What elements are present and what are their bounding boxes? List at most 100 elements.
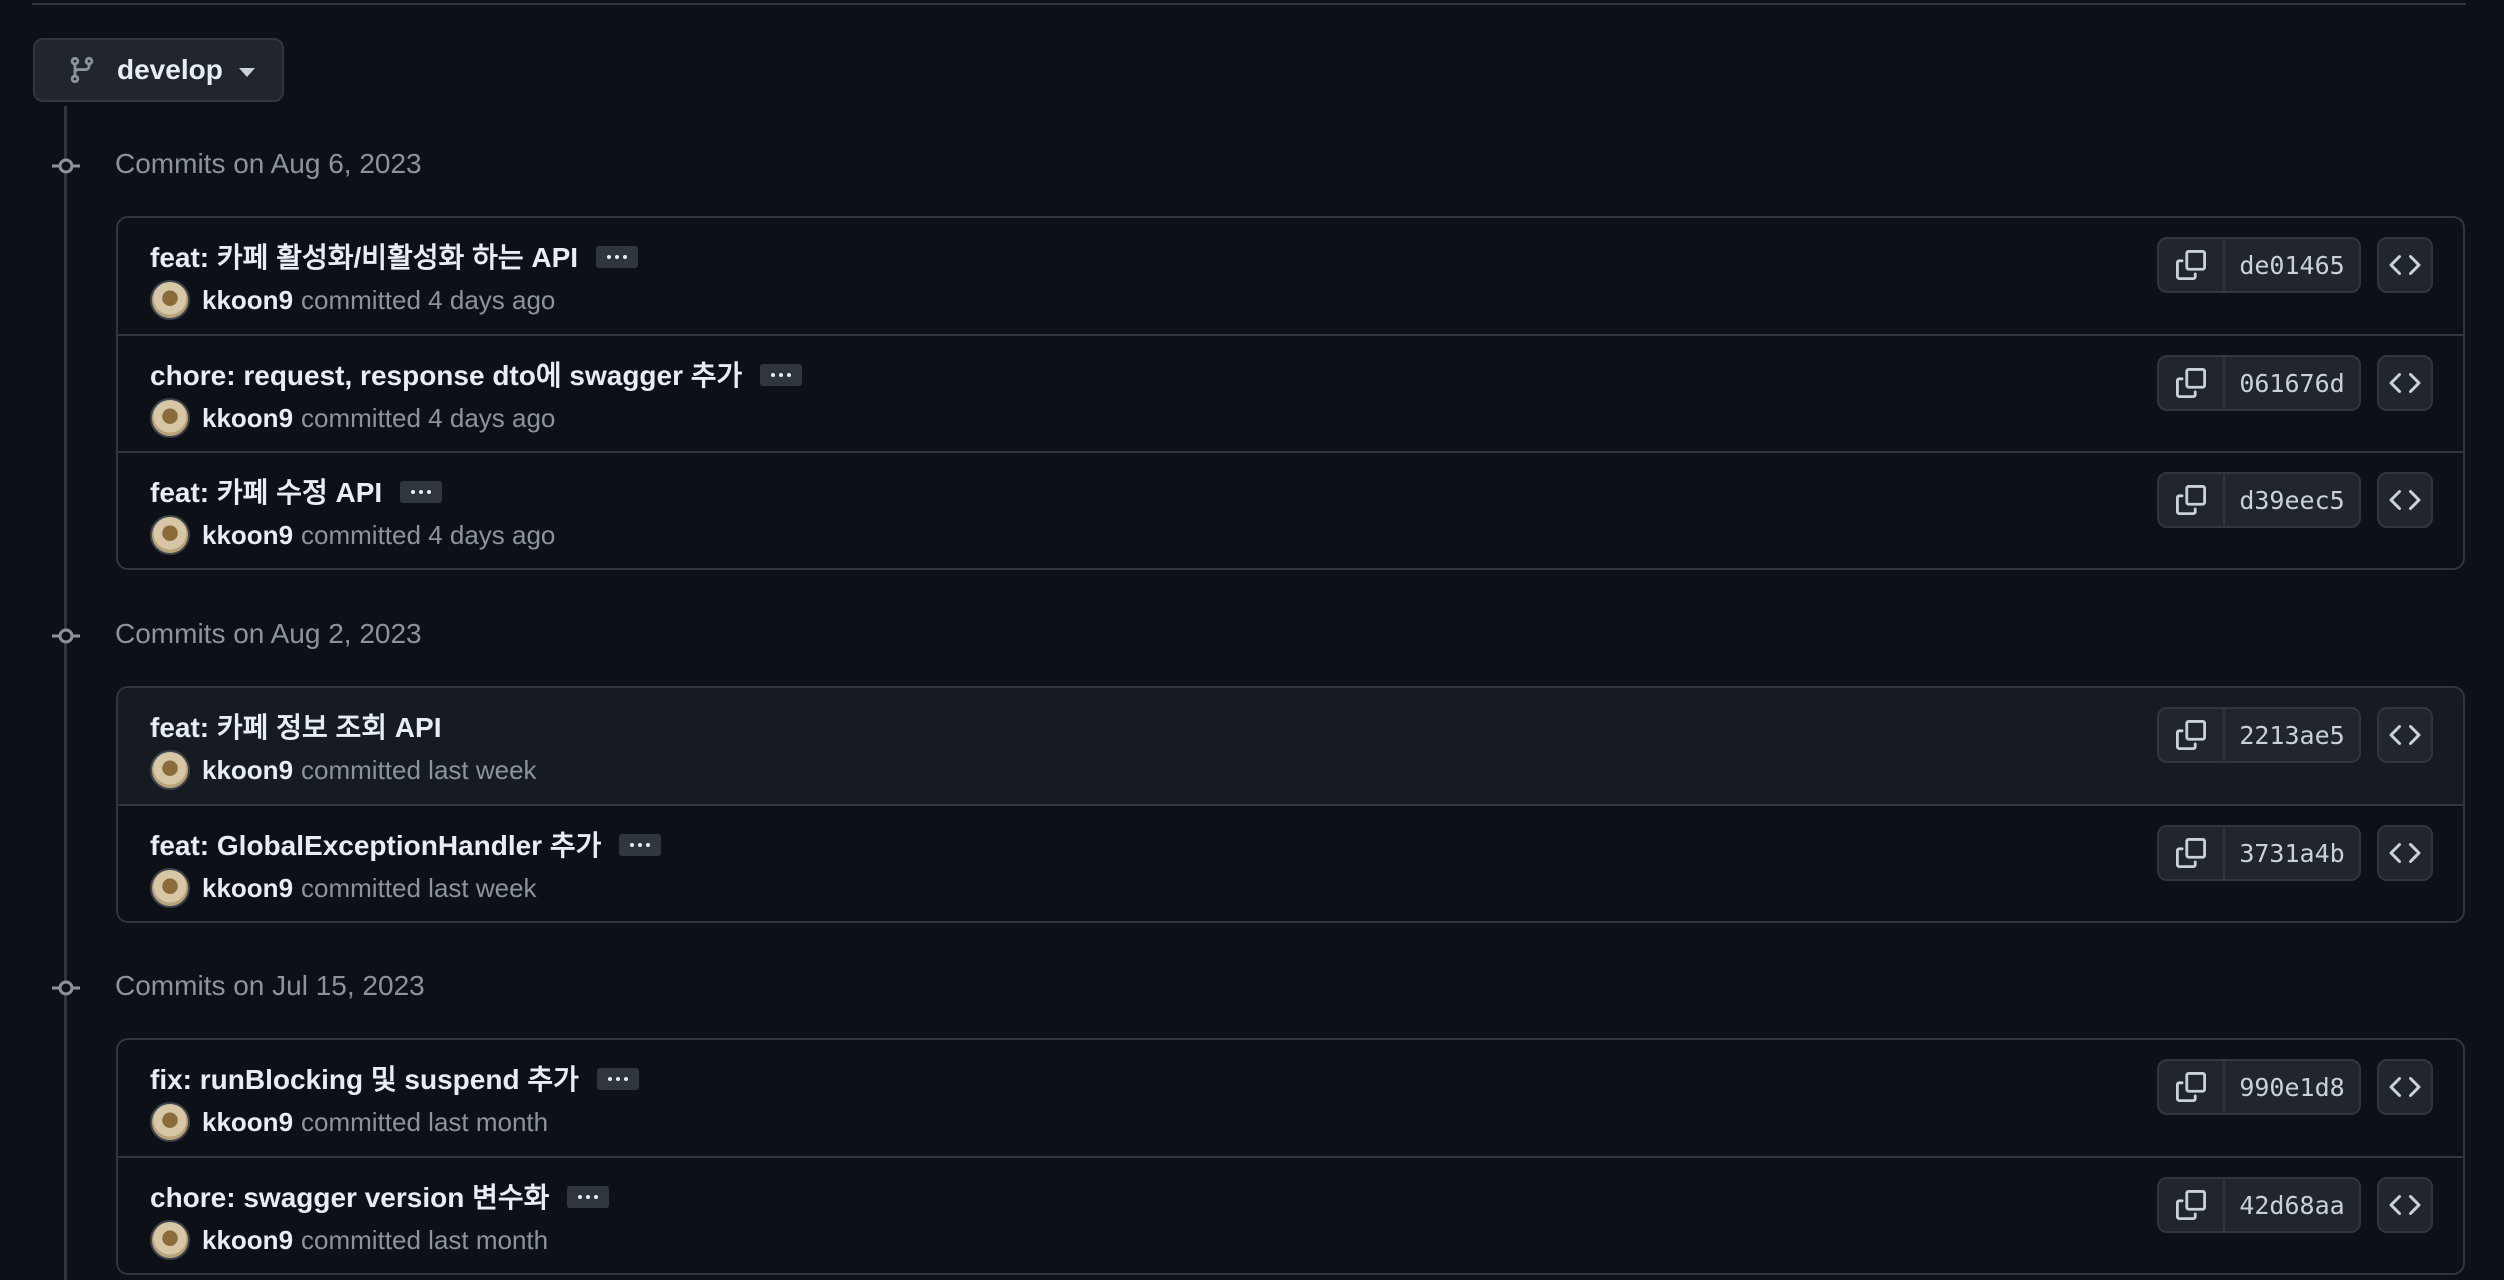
expand-description-button[interactable] xyxy=(596,1068,639,1090)
commit-sha-link[interactable]: 990e1d8 xyxy=(2225,1061,2359,1113)
commit-title: feat: 카페 정보 조회 API xyxy=(150,706,441,746)
commit-group-header: Commits on Aug 6, 2023 xyxy=(0,144,900,184)
author-link[interactable]: kkoon9 xyxy=(202,755,293,786)
commit-title: feat: GlobalExceptionHandler 추가 xyxy=(150,824,662,864)
copy-sha-button[interactable] xyxy=(2159,827,2225,879)
commit-message-link[interactable]: feat: 카페 정보 조회 API xyxy=(150,706,441,746)
copy-icon xyxy=(2176,250,2206,280)
expand-description-button[interactable] xyxy=(619,834,662,856)
commit-actions: 061676d xyxy=(2157,355,2433,411)
ellipsis-dot-icon xyxy=(427,490,432,494)
commit-group-date: Commits on Aug 6, 2023 xyxy=(115,148,422,179)
commit-time: committed last month xyxy=(301,1224,549,1255)
author-link[interactable]: kkoon9 xyxy=(202,520,293,551)
commit-row: feat: 카페 수정 API kkoon9 committed 4 days … xyxy=(118,451,2463,568)
top-divider xyxy=(32,3,2466,5)
commit-message-link[interactable]: feat: GlobalExceptionHandler 추가 xyxy=(150,824,601,864)
commit-meta: kkoon9 committed last month xyxy=(150,1220,548,1260)
commit-meta: kkoon9 committed last month xyxy=(150,1102,548,1142)
browse-repository-button[interactable] xyxy=(2377,707,2433,763)
ellipsis-dot-icon xyxy=(615,1077,620,1081)
copy-sha-button[interactable] xyxy=(2159,239,2225,291)
author-link[interactable]: kkoon9 xyxy=(202,1107,293,1138)
commit-message-link[interactable]: chore: swagger version 변수화 xyxy=(150,1176,549,1216)
code-icon xyxy=(2389,489,2421,511)
commit-message-link[interactable]: feat: 카페 활성화/비활성화 하는 API xyxy=(150,236,578,276)
commit-row: fix: runBlocking 및 suspend 추가 kkoon9 com… xyxy=(118,1040,2463,1156)
code-icon xyxy=(2389,1194,2421,1216)
commit-group-header: Commits on Jul 15, 2023 xyxy=(0,966,900,1006)
code-icon xyxy=(2389,254,2421,276)
commit-group-date: Commits on Aug 2, 2023 xyxy=(115,618,422,649)
branch-selector-button[interactable]: develop xyxy=(33,38,284,102)
code-icon xyxy=(2389,724,2421,746)
author-link[interactable]: kkoon9 xyxy=(202,873,293,904)
commit-title: chore: swagger version 변수화 xyxy=(150,1176,610,1216)
commit-list: feat: 카페 활성화/비활성화 하는 API kkoon9 committe… xyxy=(116,216,2465,570)
commit-sha-link[interactable]: 42d68aa xyxy=(2225,1179,2359,1231)
git-commit-icon xyxy=(52,628,80,644)
copy-sha-button[interactable] xyxy=(2159,357,2225,409)
avatar[interactable] xyxy=(150,398,190,438)
commit-message-link[interactable]: feat: 카페 수정 API xyxy=(150,471,382,511)
copy-icon xyxy=(2176,838,2206,868)
git-branch-icon xyxy=(70,56,94,84)
expand-description-button[interactable] xyxy=(567,1186,610,1208)
avatar[interactable] xyxy=(150,750,190,790)
expand-description-button[interactable] xyxy=(760,364,803,386)
author-link[interactable]: kkoon9 xyxy=(202,403,293,434)
ellipsis-dot-icon xyxy=(607,1077,612,1081)
commit-list: feat: 카페 정보 조회 API kkoon9 committed last… xyxy=(116,686,2465,923)
commit-meta: kkoon9 committed 4 days ago xyxy=(150,398,555,438)
ellipsis-dot-icon xyxy=(419,490,424,494)
commit-time: committed 4 days ago xyxy=(301,519,556,550)
commit-sha-link[interactable]: 061676d xyxy=(2225,357,2359,409)
commit-title: feat: 카페 활성화/비활성화 하는 API xyxy=(150,236,639,276)
copy-icon xyxy=(2176,485,2206,515)
commit-actions: de01465 xyxy=(2157,237,2433,293)
avatar[interactable] xyxy=(150,1220,190,1260)
commit-sha-link[interactable]: 2213ae5 xyxy=(2225,709,2359,761)
sha-button-group: d39eec5 xyxy=(2157,472,2361,528)
browse-repository-button[interactable] xyxy=(2377,355,2433,411)
expand-description-button[interactable] xyxy=(400,481,443,503)
commit-row: feat: 카페 활성화/비활성화 하는 API kkoon9 committe… xyxy=(118,218,2463,334)
chevron-down-icon xyxy=(238,67,255,77)
avatar[interactable] xyxy=(150,515,190,555)
ellipsis-dot-icon xyxy=(787,373,792,377)
ellipsis-dot-icon xyxy=(586,1195,591,1199)
copy-sha-button[interactable] xyxy=(2159,474,2225,526)
sha-button-group: 2213ae5 xyxy=(2157,707,2361,763)
commit-actions: 3731a4b xyxy=(2157,825,2433,881)
commit-row: chore: request, response dto에 swagger 추가… xyxy=(118,334,2463,451)
commit-message-link[interactable]: fix: runBlocking 및 suspend 추가 xyxy=(150,1058,579,1098)
commit-actions: d39eec5 xyxy=(2157,472,2433,528)
commit-time: committed last week xyxy=(301,754,537,785)
commit-meta: kkoon9 committed last week xyxy=(150,868,537,908)
browse-repository-button[interactable] xyxy=(2377,1177,2433,1233)
sha-button-group: 3731a4b xyxy=(2157,825,2361,881)
copy-sha-button[interactable] xyxy=(2159,1061,2225,1113)
branch-name: develop xyxy=(117,54,223,85)
browse-repository-button[interactable] xyxy=(2377,237,2433,293)
commit-time: committed 4 days ago xyxy=(301,284,556,315)
author-link[interactable]: kkoon9 xyxy=(202,1225,293,1256)
commit-sha-link[interactable]: d39eec5 xyxy=(2225,474,2359,526)
browse-repository-button[interactable] xyxy=(2377,825,2433,881)
author-link[interactable]: kkoon9 xyxy=(202,285,293,316)
browse-repository-button[interactable] xyxy=(2377,472,2433,528)
copy-sha-button[interactable] xyxy=(2159,1179,2225,1231)
browse-repository-button[interactable] xyxy=(2377,1059,2433,1115)
avatar[interactable] xyxy=(150,280,190,320)
avatar[interactable] xyxy=(150,868,190,908)
avatar[interactable] xyxy=(150,1102,190,1142)
sha-button-group: 061676d xyxy=(2157,355,2361,411)
commit-message-link[interactable]: chore: request, response dto에 swagger 추가 xyxy=(150,354,742,394)
code-icon xyxy=(2389,842,2421,864)
expand-description-button[interactable] xyxy=(596,246,639,268)
commit-group-date: Commits on Jul 15, 2023 xyxy=(115,970,425,1001)
commit-sha-link[interactable]: 3731a4b xyxy=(2225,827,2359,879)
sha-button-group: de01465 xyxy=(2157,237,2361,293)
commit-sha-link[interactable]: de01465 xyxy=(2225,239,2359,291)
copy-sha-button[interactable] xyxy=(2159,709,2225,761)
